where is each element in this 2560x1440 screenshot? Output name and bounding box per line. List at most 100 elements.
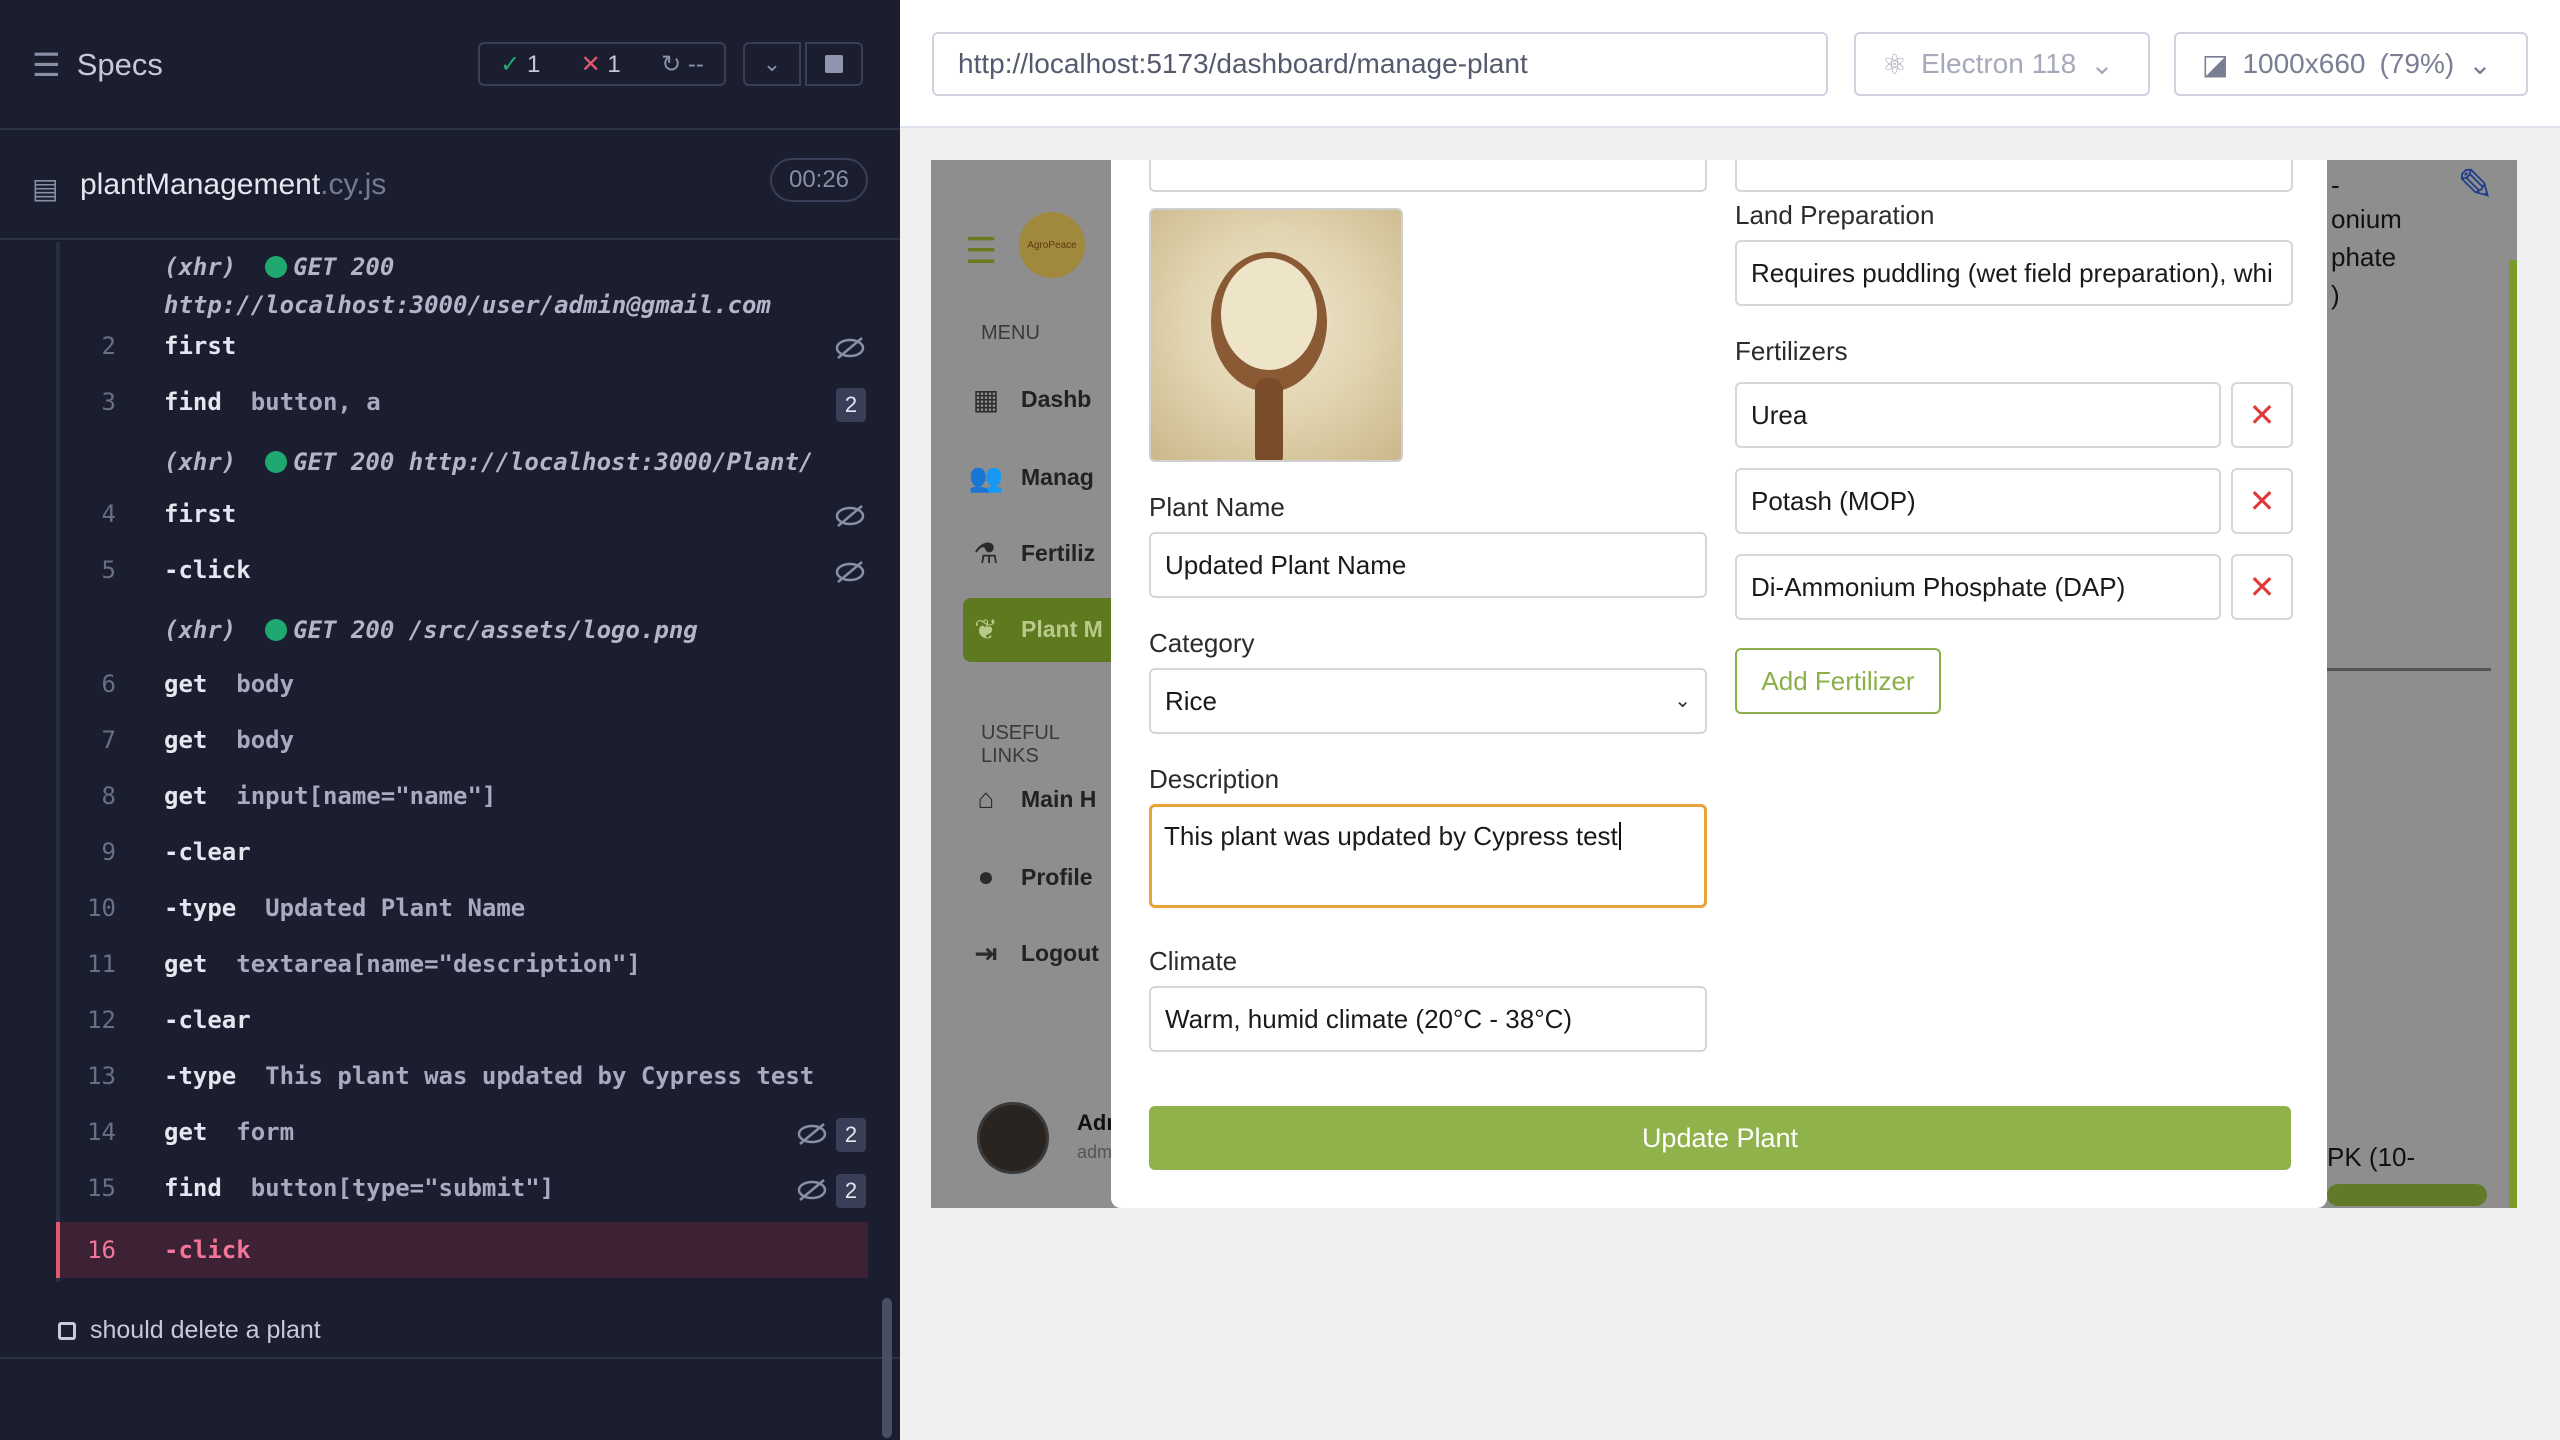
scrollbar[interactable] xyxy=(882,1298,892,1438)
viewport-selector[interactable]: ◪ 1000x660 (79%) ⌄ xyxy=(2174,32,2528,96)
status-dot-icon xyxy=(265,619,288,641)
specs-header: ☰ Specs ✓ 1 ✕ 1 ↻ -- ⌄ xyxy=(0,0,900,130)
bg-text: onium xyxy=(2331,204,2402,234)
fertilizer-input[interactable]: Potash (MOP) xyxy=(1735,468,2221,534)
admin-email: adm xyxy=(1077,1142,1113,1162)
command-row[interactable]: 4 first xyxy=(60,500,872,536)
close-icon: ✕ xyxy=(2248,397,2276,433)
plant-icon: ❦ xyxy=(974,613,998,645)
useful-links-label: USEFUL LINKS xyxy=(981,722,1060,767)
edit-icon[interactable]: ✎ xyxy=(2457,160,2494,211)
logout-icon: ⇥ xyxy=(974,937,998,969)
browser-selector[interactable]: ⚛ Electron 118 ⌄ xyxy=(1854,32,2150,96)
nav-dashboard[interactable]: ▦ Dashb xyxy=(969,382,1092,416)
user-icon: ● xyxy=(977,861,995,892)
description-textarea[interactable]: This plant was updated by Cypress test xyxy=(1149,804,1707,908)
x-icon: ✕ xyxy=(580,50,601,78)
avatar xyxy=(977,1102,1049,1174)
test-should-delete-plant[interactable]: should delete a plant xyxy=(58,1316,321,1345)
link-profile[interactable]: ● Profile xyxy=(969,860,1093,894)
fertilizers-label: Fertilizers xyxy=(1735,336,1848,366)
menu-label: MENU xyxy=(981,322,1040,344)
fertilizer-input[interactable]: Di-Ammonium Phosphate (DAP) xyxy=(1735,554,2221,620)
command-xhr[interactable]: (xhr) GET 200 /src/assets/logo.png xyxy=(60,616,872,652)
hidden-eye-icon xyxy=(835,505,865,527)
hidden-eye-icon xyxy=(797,1123,827,1145)
command-row[interactable]: 14 get form 2 xyxy=(60,1118,872,1154)
plant-image xyxy=(1149,208,1403,462)
category-select[interactable]: Rice ⌄ xyxy=(1149,668,1707,734)
nav-fertilizers[interactable]: ⚗ Fertiliz xyxy=(969,536,1095,570)
command-row[interactable]: 6 get body xyxy=(60,670,872,706)
remove-fertilizer-button[interactable]: ✕ xyxy=(2231,382,2293,448)
description-label: Description xyxy=(1149,764,1280,794)
agropeace-logo: AgroPeace xyxy=(1019,212,1085,278)
pending-count: ↻ -- xyxy=(661,50,704,78)
command-row[interactable]: 10 -type Updated Plant Name xyxy=(60,894,872,930)
command-row[interactable]: 9 -clear xyxy=(60,838,872,874)
close-icon: ✕ xyxy=(2248,483,2276,519)
hidden-eye-icon xyxy=(835,561,865,583)
remove-fertilizer-button[interactable]: ✕ xyxy=(2231,468,2293,534)
home-icon: ⌂ xyxy=(977,783,995,814)
command-row[interactable]: 12 -clear xyxy=(60,1006,872,1042)
edit-plant-modal: Plant Name Updated Plant Name Category R… xyxy=(1111,160,2327,1208)
command-row-active[interactable]: 16 -click xyxy=(56,1222,868,1278)
url-display[interactable]: http://localhost:5173/dashboard/manage-p… xyxy=(932,32,1828,96)
users-icon: 👥 xyxy=(968,461,1004,493)
spinner-icon: ↻ xyxy=(661,50,682,78)
command-row[interactable]: 2 first xyxy=(60,332,872,368)
bg-scroll-accent xyxy=(2509,260,2517,1208)
document-icon: ▤ xyxy=(32,173,59,204)
update-plant-button[interactable]: Update Plant xyxy=(1149,1106,2291,1170)
bg-text: PK (10- xyxy=(2327,1142,2416,1172)
command-row[interactable]: 11 get textarea[name="description"] xyxy=(60,950,872,986)
command-row[interactable]: 13 -type This plant was updated by Cypre… xyxy=(60,1062,872,1098)
land-preparation-input[interactable]: Requires puddling (wet field preparation… xyxy=(1735,240,2293,306)
stop-icon xyxy=(825,55,843,73)
command-xhr[interactable]: (xhr) GET 200 http://localhost:3000/Plan… xyxy=(60,448,872,484)
hidden-eye-icon xyxy=(797,1179,827,1201)
link-logout[interactable]: ⇥ Logout xyxy=(969,936,1099,970)
collapse-button[interactable]: ⌄ xyxy=(743,42,801,86)
specs-toggle[interactable]: ☰ Specs xyxy=(32,46,163,84)
bg-text: - xyxy=(2331,170,2340,200)
chevron-down-icon: ⌄ xyxy=(1674,690,1691,712)
electron-icon: ⚛ xyxy=(1882,48,1908,80)
status-dot-icon xyxy=(265,451,288,473)
rice-spoon-image xyxy=(1211,252,1327,460)
stop-button[interactable] xyxy=(805,42,863,86)
nav-plant-management[interactable]: ❦ Plant M xyxy=(969,612,1103,646)
command-xhr[interactable]: (xhr) GET 200 http://localhost:3000/user/… xyxy=(60,248,872,319)
climate-input[interactable]: Warm, humid climate (20°C - 38°C) xyxy=(1149,986,1707,1052)
test-stats: ✓ 1 ✕ 1 ↻ -- xyxy=(478,42,726,86)
command-row[interactable]: 5 -click xyxy=(60,556,872,592)
link-main-home[interactable]: ⌂ Main H xyxy=(969,782,1097,816)
fertilizer-icon: ⚗ xyxy=(973,537,999,569)
nav-manage-users[interactable]: 👥 Manag xyxy=(969,460,1094,494)
element-count-badge: 2 xyxy=(836,1174,866,1208)
command-row[interactable]: 3 find button, a 2 xyxy=(60,388,872,424)
hidden-eye-icon xyxy=(835,337,865,359)
fertilizer-input[interactable]: Urea xyxy=(1735,382,2221,448)
command-row[interactable]: 8 get input[name="name"] xyxy=(60,782,872,818)
chevron-down-icon: ⌄ xyxy=(2468,48,2492,80)
element-count-badge: 2 xyxy=(836,1118,866,1152)
spec-file-name: plantManagement.cy.js xyxy=(80,168,387,201)
plant-name-input[interactable]: Updated Plant Name xyxy=(1149,532,1707,598)
text-caret xyxy=(1618,822,1621,850)
cutoff-input-right[interactable] xyxy=(1735,160,2293,192)
remove-fertilizer-button[interactable]: ✕ xyxy=(2231,554,2293,620)
climate-label: Climate xyxy=(1149,946,1238,976)
app-under-test: ☰ AgroPeace MENU ▦ Dashb 👥 Manag ⚗ Fertiliz… xyxy=(931,160,2517,1208)
spec-file-row[interactable]: ▤ plantManagement.cy.js 00:26 xyxy=(0,132,900,240)
divider xyxy=(0,1357,900,1359)
command-row[interactable]: 15 find button[type="submit"] 2 xyxy=(60,1174,872,1210)
ruler-icon: ◪ xyxy=(2202,48,2229,80)
command-row[interactable]: 7 get body xyxy=(60,726,872,762)
bg-text: phate xyxy=(2331,242,2397,272)
menu-toggle-icon[interactable]: ☰ xyxy=(965,230,997,272)
add-fertilizer-button[interactable]: Add Fertilizer xyxy=(1735,648,1941,714)
app-sidebar: ☰ AgroPeace MENU ▦ Dashb 👥 Manag ⚗ Fertiliz… xyxy=(931,160,1126,1208)
cutoff-input-left[interactable] xyxy=(1149,160,1707,192)
